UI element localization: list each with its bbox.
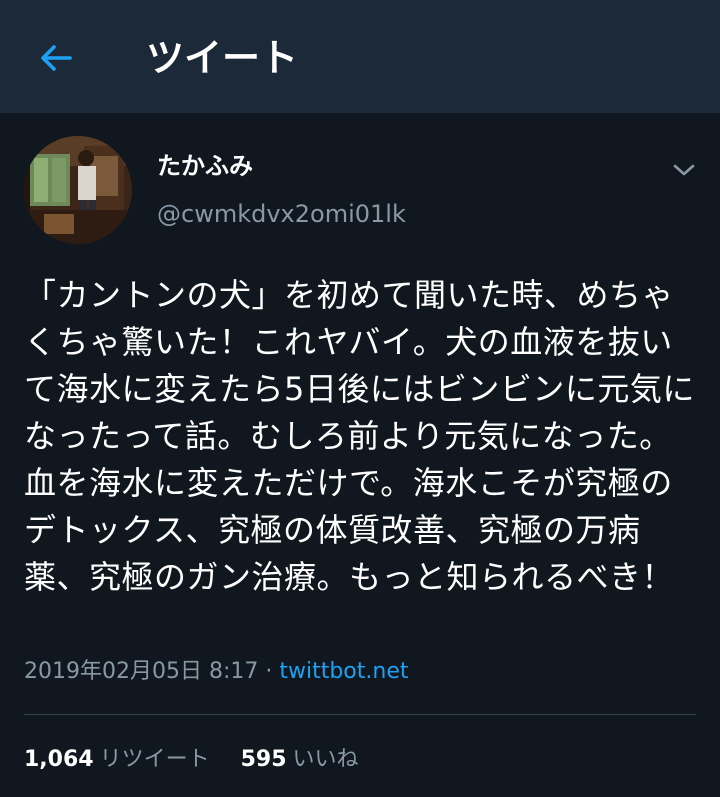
author-display-name[interactable]: たかふみ: [157, 150, 253, 182]
divider: [24, 714, 696, 715]
likes-label: いいね: [292, 747, 359, 772]
tweet-author: たかふみ @cwmkdvx2omi01lk: [24, 136, 696, 246]
tweet-stats: 1,064 リツイート 595 いいね: [24, 740, 359, 780]
tweet-meta: 2019年02月05日 8:17 · twittbot.net: [24, 654, 409, 690]
likes-stat[interactable]: 595 いいね: [241, 740, 359, 780]
tweet-source-link[interactable]: twittbot.net: [279, 659, 408, 684]
tweet-text: 「カントンの犬」を初めて聞いた時、めちゃくちゃ驚いた！これヤバイ。犬の血液を抜い…: [24, 276, 695, 596]
author-handle[interactable]: @cwmkdvx2omi01lk: [157, 198, 406, 230]
retweets-stat[interactable]: 1,064 リツイート: [24, 740, 210, 780]
chevron-down-icon: [673, 164, 695, 176]
tweet-timestamp[interactable]: 2019年02月05日 8:17: [24, 659, 258, 684]
avatar[interactable]: [24, 136, 132, 244]
meta-separator: ·: [258, 659, 280, 684]
retweets-count: 1,064: [24, 747, 94, 772]
avatar-photo: [24, 136, 132, 244]
app-header: ツイート: [0, 0, 720, 113]
likes-count: 595: [240, 747, 287, 772]
arrow-left-icon: [41, 45, 72, 71]
tweet-detail-screen: ツイート たかふみ @cwmkdvx2omi01lk 「カントンの犬」を初めて聞…: [0, 0, 720, 797]
back-button[interactable]: [34, 36, 78, 80]
page-title: ツイート: [146, 36, 299, 80]
tweet-menu-button[interactable]: [668, 154, 700, 186]
retweets-label: リツイート: [99, 747, 210, 772]
